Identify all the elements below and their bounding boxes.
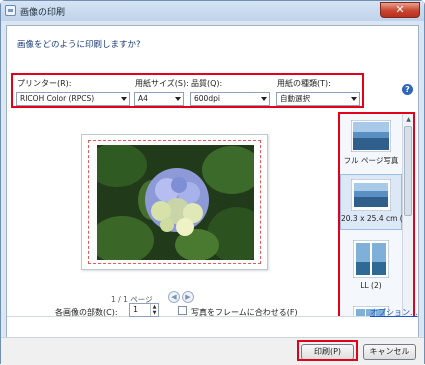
quality-value: 600dpi xyxy=(194,94,220,103)
dialog-footer: 印刷(P) キャンセル xyxy=(1,337,424,365)
paper-size-label: 用紙サイズ(S): xyxy=(135,79,189,88)
cancel-button[interactable]: キャンセル xyxy=(363,344,416,360)
layout-item-ll[interactable]: LL (2) xyxy=(340,238,402,294)
options-link[interactable]: オプション... xyxy=(370,307,418,318)
paper-type-select[interactable]: 自動選択 xyxy=(276,92,360,106)
hydrangea-image xyxy=(97,145,254,260)
layout-item-full-page[interactable]: フル ページ写真 xyxy=(340,118,402,170)
print-dialog: 画像の印刷 ✕ 画像をどのように印刷しますか? ? プリンター(R): RICO… xyxy=(0,0,425,365)
print-settings-row: プリンター(R): RICOH Color (RPCS) 用紙サイズ(S): A… xyxy=(11,73,364,108)
landscape-single-icon xyxy=(351,179,391,211)
paper-size-select[interactable]: A4 xyxy=(134,92,184,106)
window-title: 画像の印刷 xyxy=(20,8,66,18)
options-bar xyxy=(7,316,418,338)
copies-spinner[interactable]: ▲ ▼ xyxy=(150,304,158,316)
printer-app-icon xyxy=(5,5,16,16)
help-icon[interactable]: ? xyxy=(402,84,413,95)
print-preview: 1 / 1 ページ ◀ ▶ xyxy=(11,114,333,312)
scroll-up-icon[interactable]: ▲ xyxy=(404,115,413,124)
paper-size-value: A4 xyxy=(138,94,148,103)
next-page-button[interactable]: ▶ xyxy=(182,291,194,303)
paper-type-value: 自動選択 xyxy=(280,94,310,103)
printer-label: プリンター(R): xyxy=(17,79,72,88)
dialog-question: 画像をどのように印刷しますか? xyxy=(17,40,141,50)
layout-scrollbar[interactable]: ▲ ▼ xyxy=(402,114,413,334)
layout-item-20x25[interactable]: 20.3 x 25.4 cm (1) xyxy=(340,174,411,230)
previous-page-button[interactable]: ◀ xyxy=(168,291,180,303)
printer-select[interactable]: RICOH Color (RPCS) xyxy=(16,92,130,106)
close-button[interactable]: ✕ xyxy=(380,2,420,18)
print-button-highlight xyxy=(297,340,358,361)
fit-to-frame-label[interactable]: 写真をフレームに合わせる(F) xyxy=(191,307,298,318)
printer-value: RICOH Color (RPCS) xyxy=(20,94,95,103)
layout-label-20x25: 20.3 x 25.4 cm (1) xyxy=(341,214,411,223)
quality-select[interactable]: 600dpi xyxy=(190,92,270,106)
title-bar: 画像の印刷 ✕ xyxy=(1,1,424,21)
copies-value: 1 xyxy=(133,305,139,314)
hydrangea-photo xyxy=(97,145,254,260)
fit-to-frame-checkbox[interactable] xyxy=(178,306,187,315)
scrollbar-thumb[interactable] xyxy=(404,126,412,216)
copies-input[interactable]: 1 ▲ ▼ xyxy=(129,303,159,317)
chevron-down-icon xyxy=(121,97,127,101)
landscape-full-page-icon xyxy=(351,120,391,152)
chevron-down-icon xyxy=(351,97,357,101)
preview-page xyxy=(81,134,268,270)
chevron-down-icon xyxy=(261,97,267,101)
landscape-two-up-icon xyxy=(353,240,389,278)
quality-label: 品質(Q): xyxy=(191,79,223,88)
chevron-down-icon xyxy=(175,97,181,101)
copies-label: 各画像の部数(C): xyxy=(55,308,118,317)
layout-label-full-page: フル ページ写真 xyxy=(343,156,399,165)
layout-label-ll: LL (2) xyxy=(360,281,382,290)
layout-list: フル ページ写真 20.3 x 25.4 cm (1) LL (2) ▲ xyxy=(338,112,415,336)
paper-type-label: 用紙の種類(T): xyxy=(277,79,331,88)
